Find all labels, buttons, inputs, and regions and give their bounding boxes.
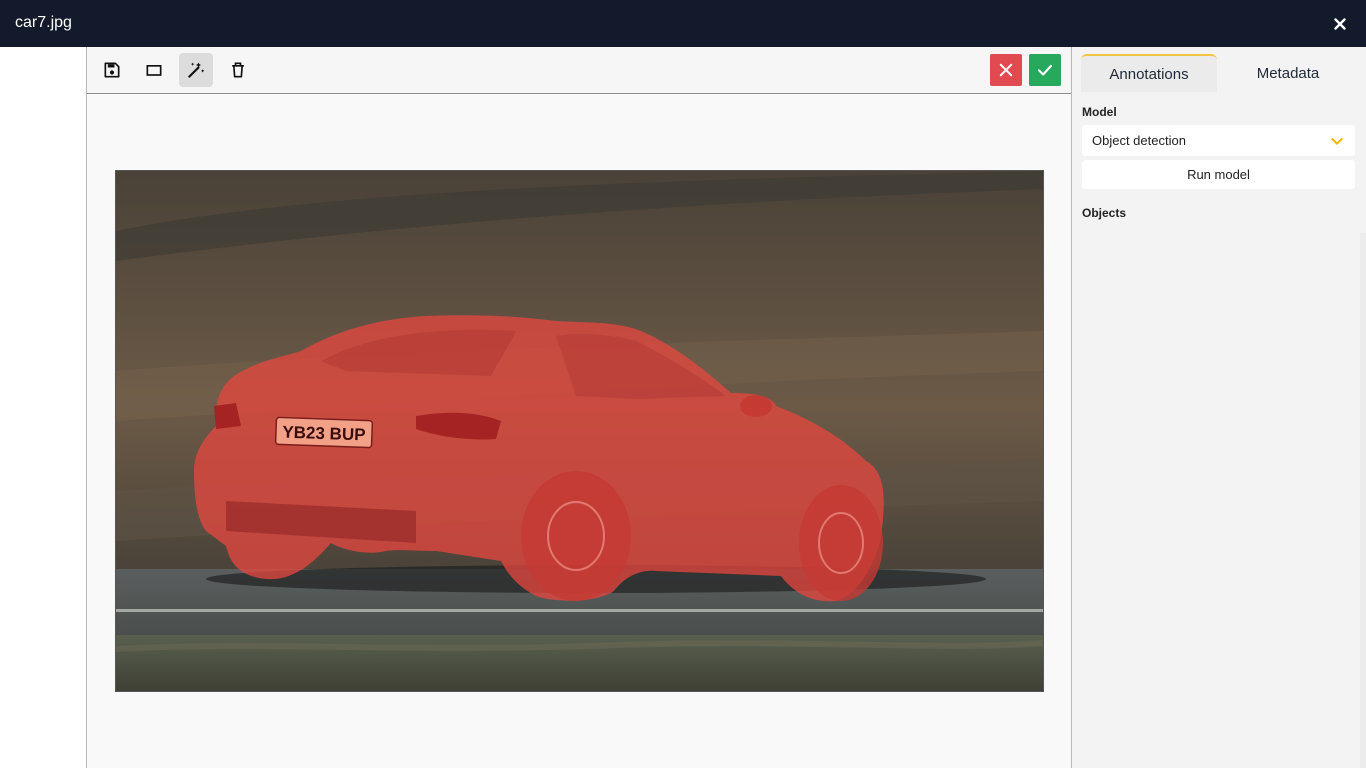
objects-scrollbar[interactable] <box>1360 233 1366 768</box>
image-editor: YB23 BUP <box>86 47 1072 768</box>
annotation-panel: Annotations Metadata Model Object detect… <box>1072 47 1366 768</box>
run-model-button[interactable]: Run model <box>1082 160 1355 189</box>
car-photo: YB23 BUP <box>116 171 1043 691</box>
left-gutter <box>0 47 87 768</box>
tab-metadata[interactable]: Metadata <box>1221 54 1355 92</box>
window-title: car7.jpg <box>15 14 72 31</box>
magic-wand-icon <box>188 62 205 78</box>
chevron-down-icon <box>1331 138 1343 145</box>
close-window-button[interactable] <box>1328 12 1352 36</box>
model-label: Model <box>1082 105 1117 119</box>
close-icon <box>1334 18 1346 30</box>
model-select-value: Object detection <box>1092 133 1186 148</box>
plate-text: YB23 BUP <box>282 423 366 445</box>
check-icon <box>1037 64 1053 76</box>
trash-icon <box>232 62 244 78</box>
editor-toolbar <box>87 47 1071 94</box>
objects-label: Objects <box>1082 206 1127 220</box>
title-bar: car7.jpg <box>0 0 1366 47</box>
rectangle-icon <box>146 65 162 76</box>
model-select[interactable]: Object detection <box>1082 125 1355 156</box>
magic-wand-tool-button[interactable] <box>179 53 213 87</box>
rectangle-tool-button[interactable] <box>137 53 171 87</box>
close-icon <box>999 63 1013 77</box>
image-canvas[interactable]: YB23 BUP <box>115 170 1044 692</box>
tab-annotations[interactable]: Annotations <box>1081 54 1217 92</box>
save-button[interactable] <box>95 53 129 87</box>
accept-button[interactable] <box>1029 54 1061 86</box>
licence-plate: YB23 BUP <box>274 416 374 449</box>
save-icon <box>104 62 120 78</box>
reject-button[interactable] <box>990 54 1022 86</box>
delete-button[interactable] <box>221 53 255 87</box>
panel-tabs: Annotations Metadata <box>1081 54 1355 92</box>
